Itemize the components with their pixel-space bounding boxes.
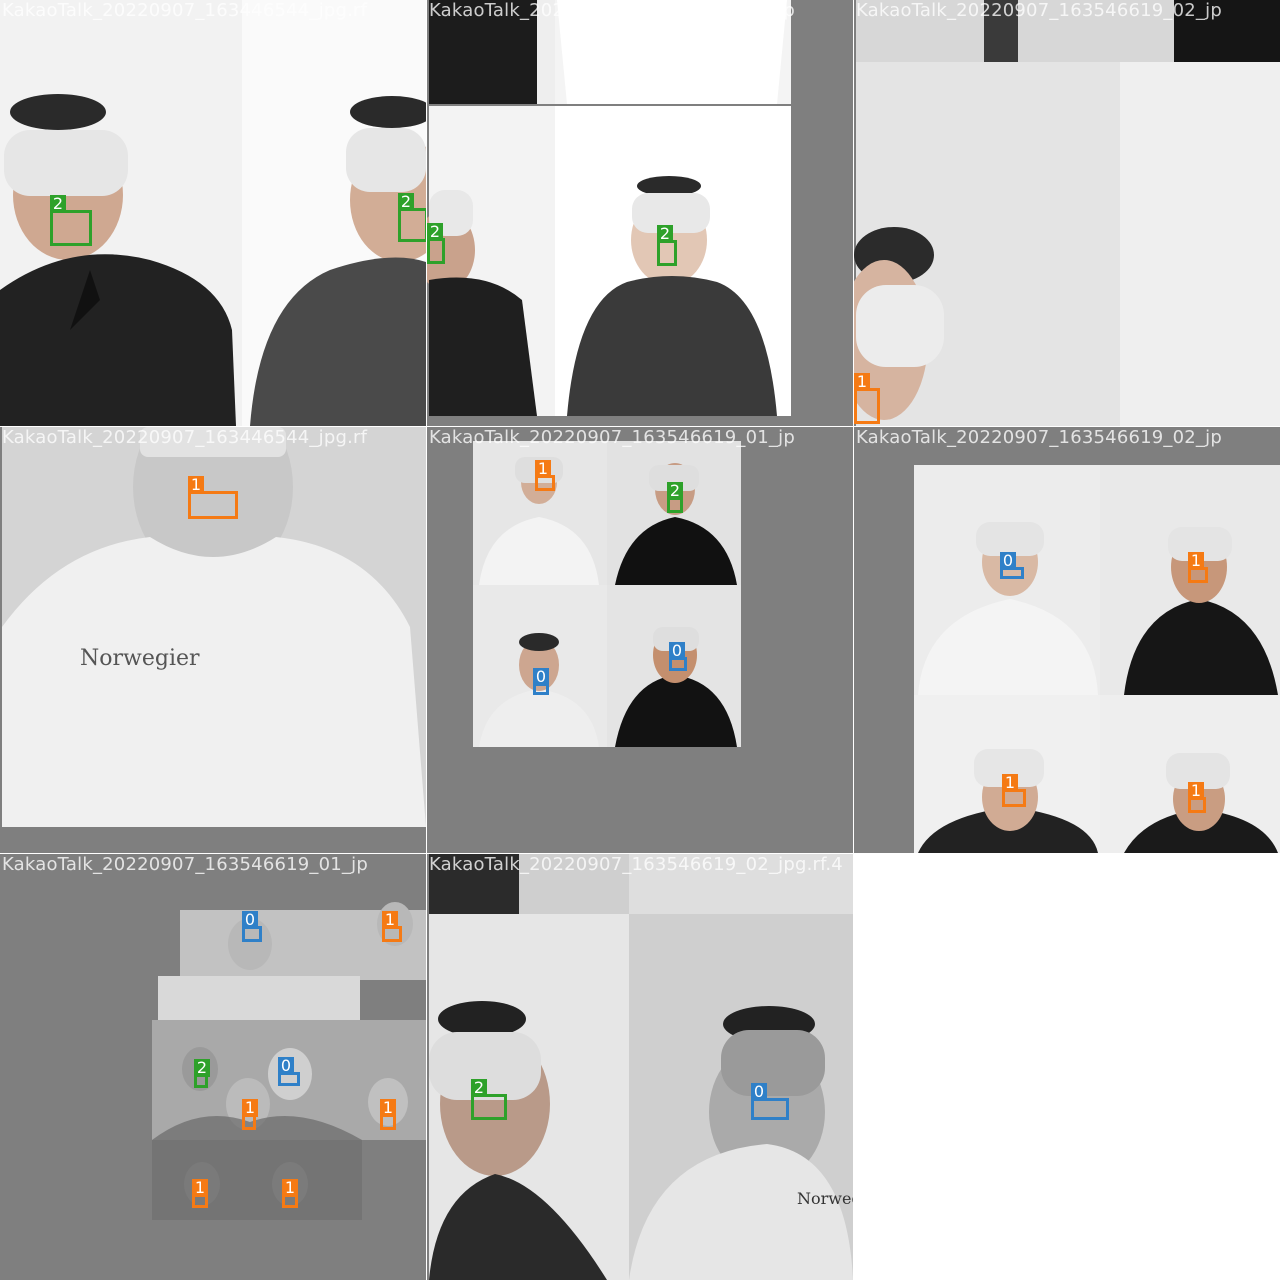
bbox-label: 0: [751, 1083, 767, 1101]
image-tile[interactable]: 0111 KakaoTalk_20220907_163546619_02_jp: [854, 427, 1280, 853]
bbox-label: 0: [669, 642, 685, 660]
bbox-class-1: 1: [382, 911, 402, 942]
bbox-class-1: 1: [1188, 782, 1206, 813]
bbox-class-1: 1: [188, 476, 238, 519]
bbox-class-0: 0: [278, 1057, 300, 1086]
bbox-label: 1: [1002, 774, 1018, 792]
bbox-class-0: 0: [1000, 552, 1024, 579]
bbox-class-1: 1: [192, 1179, 208, 1208]
bbox-label: 2: [427, 223, 443, 241]
svg-text:Norwegier: Norwegier: [797, 1189, 853, 1208]
bbox-label: 0: [533, 668, 549, 686]
bbox-label: 0: [278, 1057, 294, 1075]
bbox-label: 1: [242, 1099, 258, 1117]
svg-text:Norwegier: Norwegier: [80, 646, 200, 671]
bbox-class-1: 1: [1188, 552, 1208, 583]
image-tile[interactable]: 1 KakaoTalk_20220907_163546619_02_jp: [854, 0, 1280, 426]
bbox-label: 2: [471, 1079, 487, 1097]
bbox-class-0: 0: [533, 668, 549, 695]
bbox-label: 1: [282, 1179, 298, 1197]
image-tile[interactable]: 22 KakaoTalk_20220907_163446544_jpg.rf: [0, 0, 426, 426]
bbox-label: 1: [192, 1179, 208, 1197]
bbox-label: 2: [50, 195, 66, 213]
tile-image: [0, 854, 426, 1280]
bbox-label: 0: [242, 911, 258, 929]
image-tile[interactable]: Norwegier 20 KakaoTalk_20220907_16354661…: [427, 854, 853, 1280]
bbox-class-1: 1: [242, 1099, 258, 1130]
image-tile[interactable]: 01201111 KakaoTalk_20220907_163546619_01…: [0, 854, 426, 1280]
image-tile[interactable]: 22 KakaoTalk_20220907_163546619_01_jp: [427, 0, 853, 426]
bbox-class-1: 1: [282, 1179, 298, 1208]
bbox-label: 1: [188, 476, 204, 494]
bbox-class-2: 2: [398, 193, 426, 242]
bbox-label: 1: [1188, 552, 1204, 570]
bbox-class-1: 1: [1002, 774, 1026, 807]
bbox-label: 1: [854, 373, 870, 391]
tile-image: Norwegier: [427, 854, 853, 1280]
bbox-label: 1: [380, 1099, 396, 1117]
image-tile[interactable]: 1200 KakaoTalk_20220907_163546619_01_jp: [427, 427, 853, 853]
bbox-class-2: 2: [657, 225, 677, 266]
image-tile[interactable]: Norwegier 1 KakaoTalk_20220907_163446544…: [0, 427, 426, 853]
bbox-class-2: 2: [427, 223, 445, 264]
bbox-class-0: 0: [669, 642, 687, 671]
bbox-class-1: 1: [535, 460, 555, 491]
tile-image: [854, 0, 1280, 426]
bbox-label: 1: [1188, 782, 1204, 800]
bbox-class-2: 2: [667, 482, 683, 513]
bbox-class-2: 2: [194, 1059, 210, 1088]
tile-image: [427, 0, 853, 426]
bbox-label: 2: [194, 1059, 210, 1077]
bbox-class-1: 1: [854, 373, 880, 424]
bbox-label: 0: [1000, 552, 1016, 570]
tile-image: [427, 427, 853, 853]
bbox-class-0: 0: [242, 911, 262, 942]
bbox-label: 1: [535, 460, 551, 478]
mosaic-grid: 22 KakaoTalk_20220907_163446544_jpg.rf 2…: [0, 0, 1280, 1280]
bbox-class-1: 1: [380, 1099, 396, 1130]
bbox-label: 2: [667, 482, 683, 500]
bbox-label: 2: [398, 193, 414, 211]
bbox-class-0: 0: [751, 1083, 789, 1120]
tile-image: [854, 427, 1280, 853]
bbox-label: 2: [657, 225, 673, 243]
bbox-label: 1: [382, 911, 398, 929]
bbox-class-2: 2: [50, 195, 92, 246]
bbox-class-2: 2: [471, 1079, 507, 1120]
